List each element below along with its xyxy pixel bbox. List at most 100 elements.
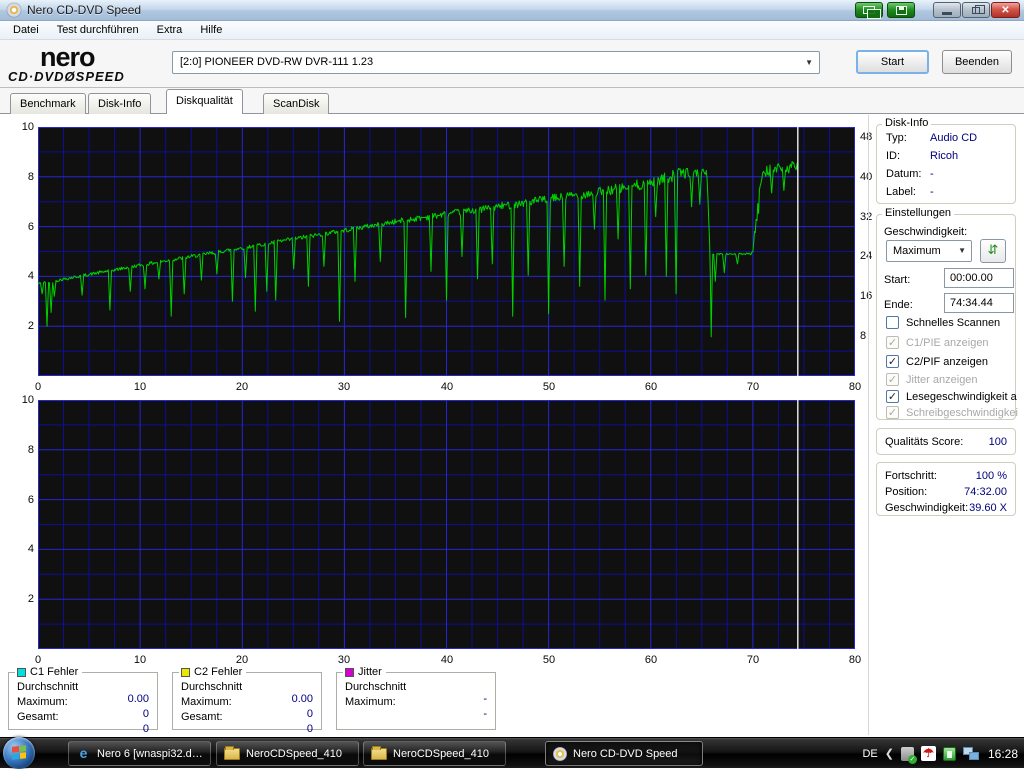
progress-label-fortschritt: Fortschritt: — [885, 470, 937, 482]
taskbar: eNero 6 [wnaspi32.dll... NeroCDSpeed_410 N… — [0, 737, 1024, 768]
start-button[interactable]: Start — [856, 50, 929, 74]
checkbox-jitter-anzeigen[interactable]: ✓Jitter anzeigen — [886, 373, 1016, 388]
folder-icon — [224, 748, 240, 760]
checkbox-label: Jitter anzeigen — [906, 373, 978, 387]
y-left-tick-bottom-4: 4 — [8, 543, 34, 555]
tab-diskqualit-t[interactable]: Diskqualität — [166, 89, 243, 114]
x-tick-top-70: 70 — [741, 381, 765, 393]
disk-info-value-label: - — [930, 186, 934, 198]
taskbar-task-nero-6-wnaspi32-dll[interactable]: eNero 6 [wnaspi32.dll... — [68, 741, 211, 766]
legend-title-jitter: Jitter — [343, 666, 386, 678]
checkbox-c1-pie-anzeigen[interactable]: ✓C1/PIE anzeigen — [886, 336, 1016, 351]
tray-expand-chevron[interactable]: ❮ — [885, 747, 894, 760]
cd-icon — [553, 747, 567, 761]
safely-remove-icon[interactable] — [901, 747, 914, 761]
system-tray: DE ❮ ☂ 16:28 — [862, 738, 1018, 769]
legend-row-label: Gesamt: — [181, 711, 313, 723]
y-left-tick-bottom-8: 8 — [8, 444, 34, 456]
avira-antivirus-icon[interactable]: ☂ — [921, 746, 936, 761]
y-left-tick-top-8: 8 — [8, 171, 34, 183]
y-left-tick-top-10: 10 — [8, 121, 34, 133]
refresh-button[interactable]: ⇵ — [980, 239, 1006, 263]
scan-start-input[interactable]: 00:00.00 — [944, 268, 1014, 288]
speed-select[interactable]: Maximum ▼ — [886, 240, 972, 262]
windows-copy-icon — [863, 6, 875, 14]
restore-button[interactable] — [962, 2, 990, 18]
legend-row-maximum: Maximum:0 — [181, 696, 313, 710]
y-left-tick-top-2: 2 — [8, 320, 34, 332]
capture-save-button[interactable] — [887, 2, 915, 18]
y-left-tick-top-4: 4 — [8, 270, 34, 282]
cd-dvd-speed-logo: CD·DVDØSPEED — [8, 69, 125, 84]
tab-scandisk[interactable]: ScanDisk — [263, 93, 329, 114]
ie-icon: e — [76, 746, 91, 761]
legend-row-gesamt: Gesamt:0 — [181, 711, 313, 725]
minimize-button[interactable] — [933, 2, 961, 18]
x-tick-top-10: 10 — [128, 381, 152, 393]
drive-select[interactable]: [2:0] PIONEER DVD-RW DVR-111 1.23 ▼ — [172, 51, 820, 74]
power-plan-icon[interactable] — [943, 747, 956, 761]
legend-box-jitter: JitterDurchschnitt-Maximum:- — [336, 672, 496, 730]
y-right-tick-top-32: 32 — [860, 211, 872, 223]
x-tick-bottom-10: 10 — [128, 654, 152, 666]
checkbox-lesegeschwindigkeit-a[interactable]: ✓Lesegeschwindigkeit a — [886, 390, 1016, 405]
menu-item-hilfe[interactable]: Hilfe — [191, 22, 231, 38]
legend-box-c1-fehler: C1 FehlerDurchschnitt0.00Maximum:0Gesamt… — [8, 672, 158, 730]
folder-icon — [371, 748, 387, 760]
checkbox-c2-pif-anzeigen[interactable]: ✓C2/PIF anzeigen — [886, 355, 1016, 370]
header: nero CD·DVDØSPEED [2:0] PIONEER DVD-RW D… — [0, 40, 1024, 88]
tab-benchmark[interactable]: Benchmark — [10, 93, 86, 114]
menu-item-test-durchf-hren[interactable]: Test durchführen — [48, 22, 148, 38]
x-tick-bottom-80: 80 — [843, 654, 867, 666]
y-right-tick-top-8: 8 — [860, 330, 866, 342]
legend-row-durchschnitt: Durchschnitt- — [345, 681, 487, 695]
floppy-icon — [896, 6, 907, 15]
legend-color-swatch — [181, 668, 190, 677]
scan-end-input[interactable]: 74:34.44 — [944, 293, 1014, 313]
legend-row-value: - — [483, 708, 487, 720]
disk-info-label-datum: Datum: — [886, 168, 921, 180]
menu-item-extra[interactable]: Extra — [148, 22, 192, 38]
checkbox-schreibgeschwindigkei[interactable]: ✓Schreibgeschwindigkei — [886, 406, 1016, 421]
scan-start-label: Start: — [884, 274, 910, 286]
panel-divider — [868, 115, 869, 735]
taskbar-task-nerocdspeed-410[interactable]: NeroCDSpeed_410 — [363, 741, 506, 766]
disk-info-value-typ: Audio CD — [930, 132, 977, 144]
checkbox-label: C1/PIE anzeigen — [906, 336, 989, 350]
legend-title-label: Jitter — [358, 666, 382, 678]
titlebar: Nero CD-DVD Speed ✕ — [0, 0, 1024, 21]
x-tick-top-20: 20 — [230, 381, 254, 393]
scan-end-label: Ende: — [884, 299, 913, 311]
checkbox-label: C2/PIF anzeigen — [906, 355, 988, 369]
legend-row-gesamt: Gesamt:0 — [17, 711, 149, 725]
minimize-icon — [942, 12, 952, 15]
tab-disk-info[interactable]: Disk-Info — [88, 93, 151, 114]
capture-windows-button[interactable] — [855, 2, 883, 18]
quality-score-value: 100 — [989, 436, 1007, 448]
taskbar-task-nerocdspeed-410[interactable]: NeroCDSpeed_410 — [216, 741, 359, 766]
window-title: Nero CD-DVD Speed — [27, 3, 141, 17]
checkbox-schnelles-scannen[interactable]: Schnelles Scannen — [886, 316, 1016, 331]
disk-info-label-id: ID: — [886, 150, 900, 162]
windows-start-button[interactable] — [3, 737, 35, 769]
close-button[interactable]: ✕ — [991, 2, 1020, 18]
task-label: NeroCDSpeed_410 — [246, 748, 342, 760]
x-tick-top-50: 50 — [537, 381, 561, 393]
legend-row-label: Maximum: — [17, 696, 149, 708]
x-tick-top-80: 80 — [843, 381, 867, 393]
language-indicator[interactable]: DE — [862, 748, 877, 760]
y-left-tick-bottom-6: 6 — [8, 494, 34, 506]
legend-row-label: Gesamt: — [17, 711, 149, 723]
quit-button[interactable]: Beenden — [942, 50, 1012, 74]
legend-color-swatch — [345, 668, 354, 677]
chevron-down-icon: ▼ — [805, 52, 813, 73]
network-icon[interactable] — [963, 747, 979, 760]
tabstrip: BenchmarkDisk-Info Diskqualität ScanDisk — [0, 88, 1024, 114]
x-tick-bottom-20: 20 — [230, 654, 254, 666]
menu-item-datei[interactable]: Datei — [4, 22, 48, 38]
x-tick-bottom-60: 60 — [639, 654, 663, 666]
taskbar-task-nero-cd-dvd-speed[interactable]: Nero CD-DVD Speed — [545, 741, 703, 766]
y-right-tick-top-24: 24 — [860, 250, 872, 262]
y-left-tick-top-6: 6 — [8, 221, 34, 233]
legend-box-c2-fehler: C2 FehlerDurchschnitt0.00Maximum:0Gesamt… — [172, 672, 322, 730]
